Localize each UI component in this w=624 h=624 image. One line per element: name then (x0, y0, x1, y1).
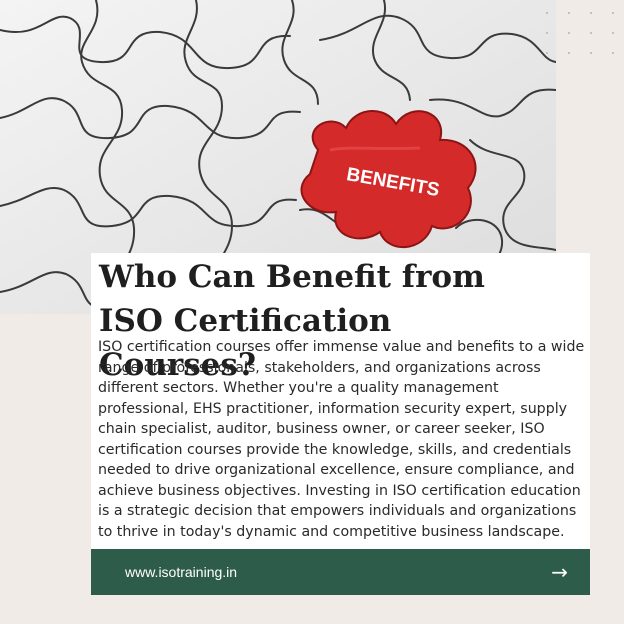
content-card: Who Can Benefit from ISO Certification C… (91, 253, 590, 595)
arrow-right-icon[interactable]: → (551, 562, 568, 582)
article-body: ISO certification courses offer immense … (98, 339, 585, 540)
website-link-bar[interactable]: www.isotraining.in → (91, 549, 590, 595)
decorative-dot-grid (546, 12, 616, 54)
website-link[interactable]: www.isotraining.in (125, 564, 237, 580)
